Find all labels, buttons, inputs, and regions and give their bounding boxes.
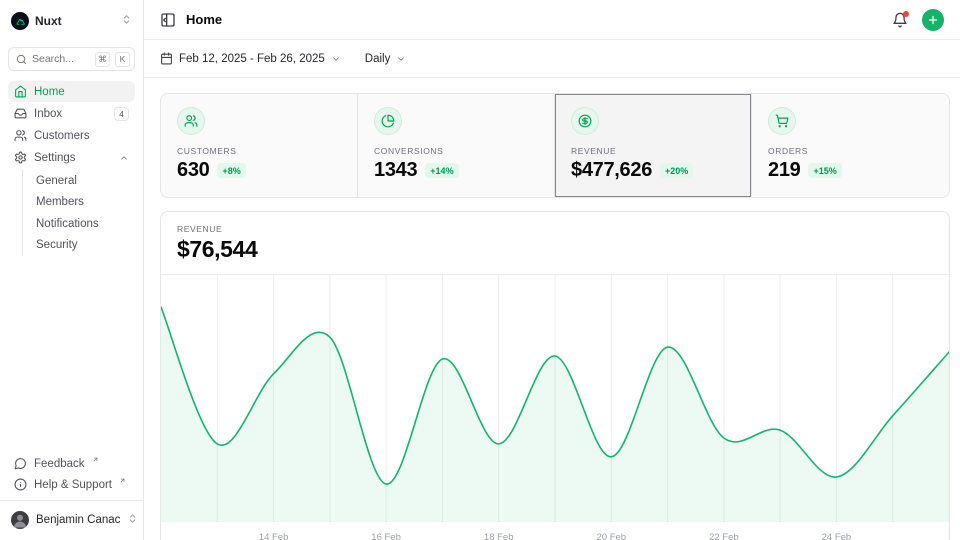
stat-value: 219 [768,159,800,182]
pie-chart-icon [374,107,402,135]
stat-label: ORDERS [768,146,933,156]
stat-delta-badge: +15% [808,163,841,178]
home-icon [14,85,27,98]
user-menu[interactable]: Benjamin Canac [8,506,135,534]
sidebar-item-home[interactable]: Home [8,81,135,102]
users-icon [14,129,27,142]
user-name: Benjamin Canac [36,514,120,526]
gear-icon [14,151,27,164]
external-link-icon [119,475,126,487]
sidebar-item-security[interactable]: Security [23,235,135,257]
stat-conversions[interactable]: CONVERSIONS 1343 +14% [358,94,555,197]
stat-value: 1343 [374,159,417,182]
filter-toolbar: Feb 12, 2025 - Feb 26, 2025 Daily [144,40,960,78]
revenue-chart-card: REVENUE $76,544 14 Feb 16 Feb 18 Feb 20 Feb… [160,211,950,540]
sub-item-label: Notifications [36,218,99,230]
chevron-down-icon [331,54,341,64]
sidebar-item-inbox[interactable]: Inbox 4 [8,103,135,124]
sidebar-item-feedback[interactable]: Feedback [8,453,135,474]
notification-dot [903,11,909,17]
stat-label: CONVERSIONS [374,146,538,156]
svg-text:24 Feb: 24 Feb [822,532,852,540]
chat-bubble-icon [14,457,27,470]
stat-label: CUSTOMERS [177,146,341,156]
sub-item-label: Members [36,196,84,208]
chart-label: REVENUE [177,224,933,234]
stat-orders[interactable]: ORDERS 219 +15% [752,94,949,197]
footer-item-label: Feedback [34,458,85,470]
chevrons-up-down-icon [121,12,132,30]
top-bar: Home [144,0,960,40]
inbox-icon [14,107,27,120]
notifications-bell-icon[interactable] [892,12,908,28]
top-bar-actions [892,9,944,31]
date-range-picker[interactable]: Feb 12, 2025 - Feb 26, 2025 [160,52,341,65]
calendar-icon [160,52,173,65]
search-field[interactable] [32,53,90,65]
sidebar-item-members[interactable]: Members [23,192,135,214]
footer-item-label: Help & Support [34,479,112,491]
svg-text:18 Feb: 18 Feb [484,532,514,540]
svg-text:20 Feb: 20 Feb [597,532,627,540]
stat-revenue[interactable]: REVENUE $477,626 +20% [555,94,752,197]
main-area: Home Feb 12, 2025 - Feb 26, 2025 [144,0,960,540]
sidebar-item-general[interactable]: General [23,170,135,192]
kbd-cmd: ⌘ [95,52,110,67]
users-icon [177,107,205,135]
sidebar-item-settings[interactable]: Settings [8,147,135,168]
svg-text:16 Feb: 16 Feb [371,532,401,540]
sidebar-divider [0,500,143,501]
collapse-sidebar-icon[interactable] [160,12,176,28]
svg-text:14 Feb: 14 Feb [259,532,289,540]
revenue-area-chart[interactable]: 14 Feb 16 Feb 18 Feb 20 Feb 22 Feb 24 Feb [161,275,949,540]
stat-customers[interactable]: CUSTOMERS 630 +8% [161,94,358,197]
stat-value: $477,626 [571,159,652,182]
chart-header: REVENUE $76,544 [161,212,949,275]
sidebar-item-notifications[interactable]: Notifications [23,213,135,235]
nuxt-logo-icon [11,12,29,30]
sidebar-item-label: Customers [34,130,129,142]
cart-icon [768,107,796,135]
svg-text:22 Feb: 22 Feb [709,532,739,540]
chevrons-up-down-icon [127,513,138,527]
sidebar-item-label: Home [34,86,129,98]
stat-value: 630 [177,159,209,182]
chevron-down-icon [396,54,406,64]
stats-row: CUSTOMERS 630 +8% CONVERSIONS 1343 +14% [160,93,950,198]
external-link-icon [92,454,99,466]
sidebar-item-label: Settings [34,152,112,164]
workspace-switcher[interactable]: Nuxt [8,8,135,34]
sidebar-spacer [8,256,135,453]
search-icon [16,54,27,65]
inbox-count-badge: 4 [114,107,129,121]
workspace-name: Nuxt [35,14,115,28]
content-area: CUSTOMERS 630 +8% CONVERSIONS 1343 +14% [144,78,960,540]
avatar [11,511,29,529]
stat-delta-badge: +8% [217,163,245,178]
search-input[interactable]: ⌘ K [8,47,135,71]
sidebar-nav: Home Inbox 4 Customers Settings [8,81,135,256]
dashboard-app: Nuxt ⌘ K Home Inbo [0,0,960,540]
date-range-value: Feb 12, 2025 - Feb 26, 2025 [179,53,325,65]
granularity-select[interactable]: Daily [365,53,407,65]
stat-label: REVENUE [571,146,735,156]
add-button[interactable] [922,9,944,31]
circle-dollar-icon [571,107,599,135]
sidebar: Nuxt ⌘ K Home Inbo [0,0,144,540]
kbd-k: K [115,52,130,67]
stat-delta-badge: +20% [660,163,693,178]
page-title: Home [186,12,222,27]
sidebar-item-label: Inbox [34,108,107,120]
settings-subtree: General Members Notifications Security [22,170,135,256]
sidebar-item-customers[interactable]: Customers [8,125,135,146]
sub-item-label: General [36,175,77,187]
stat-delta-badge: +14% [425,163,458,178]
sub-item-label: Security [36,239,78,251]
info-circle-icon [14,478,27,491]
chevron-up-icon [119,153,129,163]
chart-value: $76,544 [177,236,933,263]
granularity-value: Daily [365,53,391,65]
sidebar-item-help-support[interactable]: Help & Support [8,474,135,495]
